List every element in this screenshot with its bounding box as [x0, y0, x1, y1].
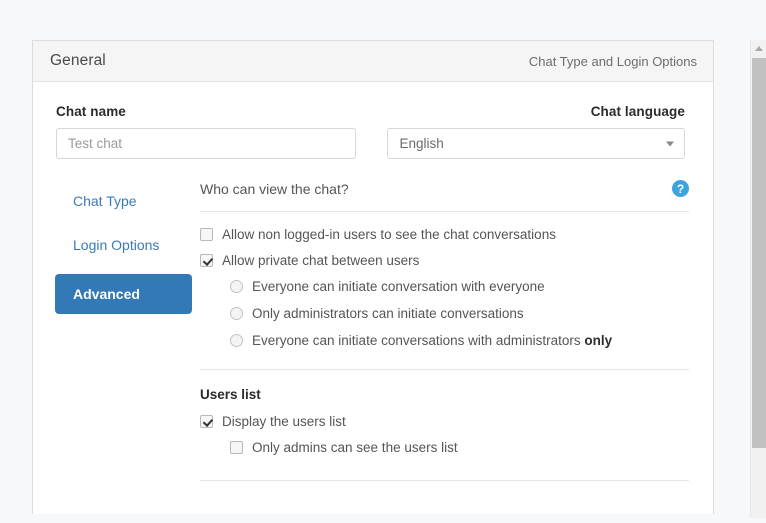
chat-language-field-group: Chat language English — [387, 104, 685, 159]
checkbox-row-allow-non-logged-in[interactable]: Allow non logged-in users to see the cha… — [200, 227, 689, 242]
radio-row-everyone-with-everyone[interactable]: Everyone can initiate conversation with … — [200, 279, 689, 294]
checkbox-label-allow-non-logged-in: Allow non logged-in users to see the cha… — [222, 227, 556, 242]
checkbox-row-only-admins-see-users-list[interactable]: Only admins can see the users list — [200, 440, 689, 455]
bottom-divider — [200, 480, 689, 481]
panel-body: Chat name Chat language English Chat Typ… — [33, 82, 713, 481]
sidebar-item-login-options[interactable]: Login Options — [55, 230, 200, 260]
chevron-up-icon — [754, 46, 763, 51]
sidebar-item-chat-type[interactable]: Chat Type — [55, 186, 200, 216]
radio-everyone-with-administrators[interactable] — [230, 334, 243, 347]
radio-row-everyone-with-administrators[interactable]: Everyone can initiate conversations with… — [200, 333, 689, 348]
content-columns: Chat Type Login Options Advanced Who can… — [33, 159, 713, 481]
checkbox-label-display-users-list: Display the users list — [222, 414, 346, 429]
sidebar-item-advanced[interactable]: Advanced — [55, 274, 192, 314]
visibility-question: Who can view the chat? — [200, 180, 349, 197]
chat-name-input[interactable] — [56, 128, 357, 159]
checkbox-row-allow-private-chat[interactable]: Allow private chat between users — [200, 253, 689, 268]
checkbox-label-only-admins-see-users-list: Only admins can see the users list — [252, 440, 458, 455]
settings-content: Who can view the chat? ? Allow non logge… — [200, 180, 713, 481]
users-list-title: Users list — [200, 387, 261, 402]
settings-panel: General Chat Type and Login Options Chat… — [32, 40, 714, 514]
checkbox-row-display-users-list[interactable]: Display the users list — [200, 414, 689, 429]
panel-subtitle: Chat Type and Login Options — [528, 53, 697, 69]
chat-name-label: Chat name — [56, 104, 126, 119]
users-list-section: Users list Display the users list Only a… — [200, 370, 689, 481]
panel-header: General Chat Type and Login Options — [33, 41, 713, 82]
chat-name-field-group: Chat name — [56, 104, 357, 159]
checkbox-display-users-list[interactable] — [200, 415, 213, 428]
chat-language-select[interactable]: English — [387, 128, 685, 159]
checkbox-only-admins-see-users-list[interactable] — [230, 441, 243, 454]
scroll-up-button[interactable] — [751, 40, 766, 57]
radio-label-text: Everyone can initiate conversations with… — [252, 333, 585, 348]
top-fields-row: Chat name Chat language English — [33, 82, 713, 159]
checkbox-allow-private-chat[interactable] — [200, 254, 213, 267]
settings-side-nav: Chat Type Login Options Advanced — [33, 180, 200, 481]
chevron-down-icon — [666, 141, 674, 146]
visibility-section-header: Who can view the chat? ? — [200, 180, 689, 207]
page-title: General — [50, 52, 106, 69]
vertical-scrollbar[interactable] — [750, 40, 766, 518]
chat-language-label: Chat language — [590, 104, 685, 119]
chat-language-selected-value: English — [387, 128, 685, 159]
radio-only-administrators[interactable] — [230, 307, 243, 320]
checkbox-label-allow-private-chat: Allow private chat between users — [222, 253, 420, 268]
checkbox-allow-non-logged-in[interactable] — [200, 228, 213, 241]
visibility-options: Allow non logged-in users to see the cha… — [200, 212, 689, 348]
help-circle-icon[interactable]: ? — [672, 180, 689, 197]
radio-row-only-administrators[interactable]: Only administrators can initiate convers… — [200, 306, 689, 321]
radio-label-emphasis: only — [584, 333, 613, 348]
app-screen: General Chat Type and Login Options Chat… — [0, 0, 766, 523]
radio-everyone-with-everyone[interactable] — [230, 280, 243, 293]
scrollbar-thumb[interactable] — [752, 58, 766, 448]
radio-label-only-administrators: Only administrators can initiate convers… — [252, 306, 524, 321]
radio-label-everyone-with-everyone: Everyone can initiate conversation with … — [252, 279, 545, 294]
radio-label-everyone-with-administrators: Everyone can initiate conversations with… — [252, 333, 612, 348]
